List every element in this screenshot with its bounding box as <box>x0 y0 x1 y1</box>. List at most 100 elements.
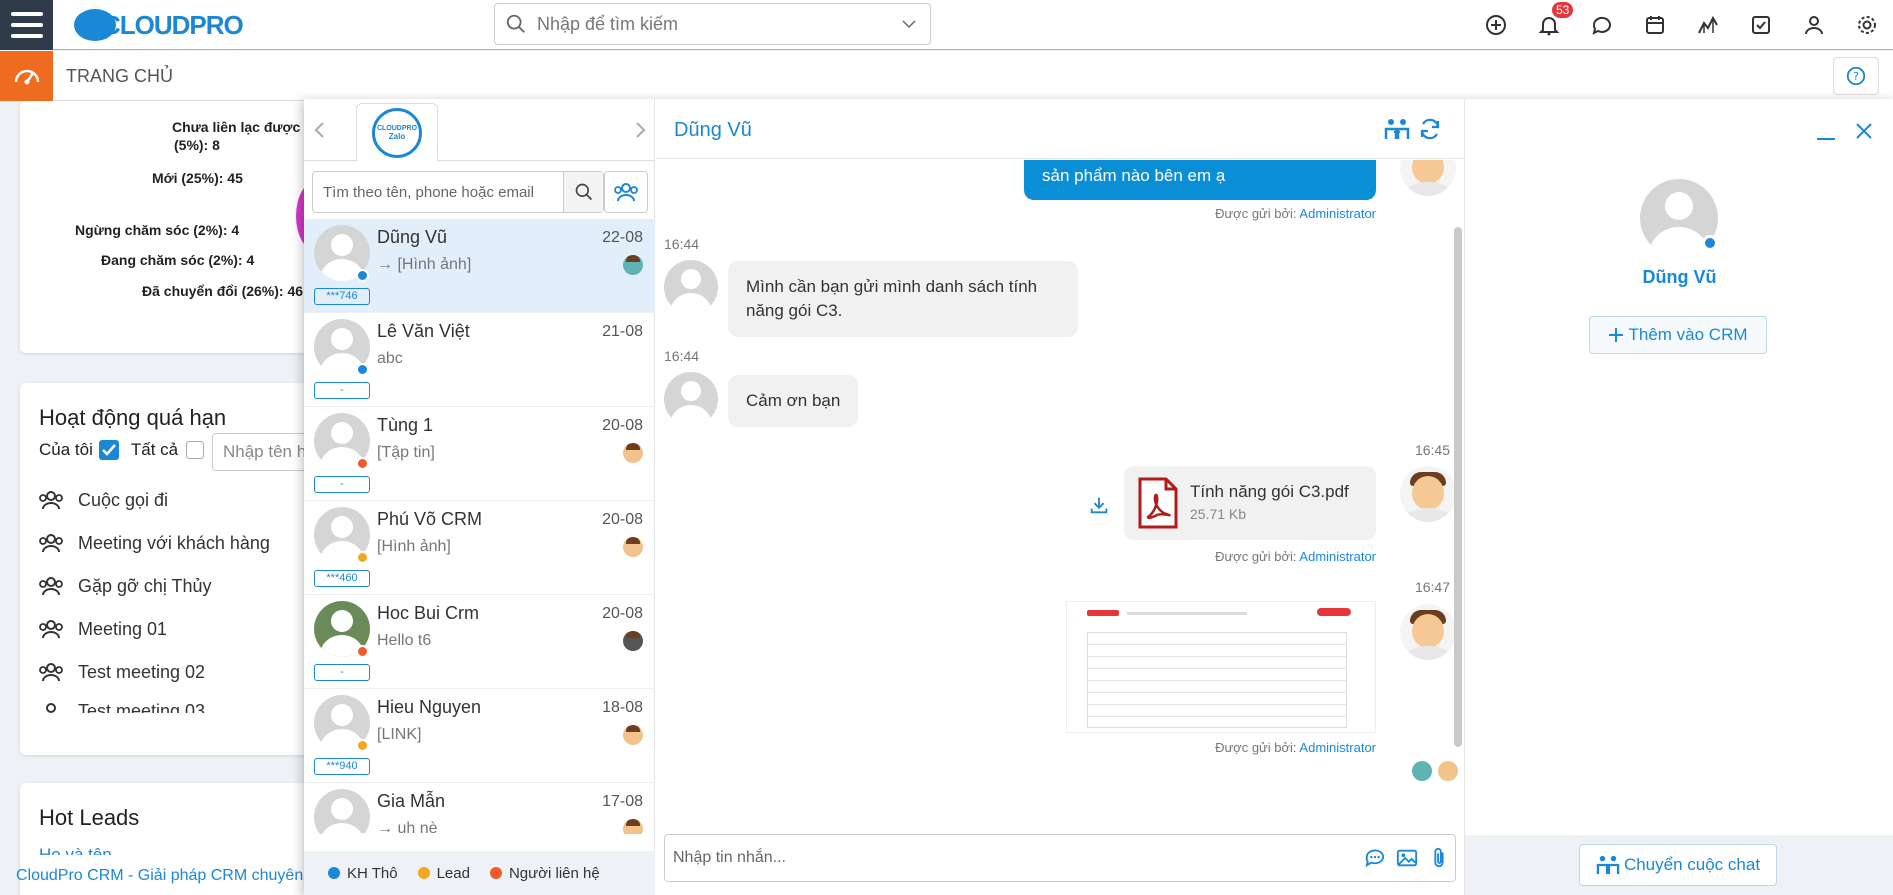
all-checkbox[interactable] <box>186 441 205 459</box>
group-icon <box>39 577 63 596</box>
conversation-item[interactable]: Hoc Bui Crm 20-08 Hello t6 - <box>304 595 655 689</box>
gear-icon[interactable] <box>1840 0 1893 50</box>
hot-leads-column-header[interactable]: Họ và tên <box>39 845 112 855</box>
group-icon <box>46 703 56 713</box>
message-time: 16:45 <box>1414 442 1450 458</box>
chat-icon[interactable] <box>1575 0 1628 50</box>
user-icon[interactable] <box>1787 0 1840 50</box>
sent-by-label: Được gửi bởi: Administrator <box>1215 549 1376 564</box>
activity-item[interactable]: Meeting 01 <box>38 618 167 640</box>
message-time: 16:44 <box>664 236 700 252</box>
quick-reply-icon[interactable] <box>1359 848 1391 868</box>
conversation-search-input[interactable]: Tìm theo tên, phone hoặc email <box>313 184 563 201</box>
transfer-chat-button[interactable]: Chuyển cuộc chat <box>1579 844 1777 886</box>
image-attachment[interactable] <box>1066 601 1376 733</box>
pie-label: Chưa liên lạc được <box>172 119 301 135</box>
sender-name[interactable]: Administrator <box>1299 740 1376 755</box>
agent-avatar <box>623 819 643 834</box>
contact-name: Dũng Vũ <box>1642 267 1717 287</box>
conversation-item[interactable]: Lê Văn Việt 21-08 abc - <box>304 313 655 407</box>
pdf-file-icon <box>1138 477 1178 529</box>
conversation-preview: [Tập tin] <box>377 444 435 461</box>
image-upload-icon[interactable] <box>1391 848 1423 868</box>
activity-item[interactable]: Gặp gỡ chị Thủy <box>38 575 212 597</box>
minimize-icon[interactable] <box>1815 121 1837 143</box>
zalo-sub-text: Zalo <box>388 131 406 141</box>
conversation-item[interactable]: Hieu Nguyen 18-08 [LINK] ***940 <box>304 689 655 783</box>
activity-item[interactable]: Meeting với khách hàng <box>38 532 270 554</box>
search-icon <box>575 183 592 201</box>
mine-checkbox[interactable] <box>98 440 119 460</box>
conversation-list: Dũng Vũ 22-08 → [Hình ảnh] ***746 Lê Văn… <box>304 219 655 834</box>
conversation-preview: [Hình ảnh] <box>377 538 451 555</box>
global-search[interactable]: Nhập để tìm kiếm <box>494 3 931 45</box>
sender-name[interactable]: Administrator <box>1299 549 1376 564</box>
conversation-date: 18-08 <box>602 699 643 716</box>
chevron-left-icon[interactable] <box>312 121 328 139</box>
activity-item[interactable]: Test meeting 03 <box>38 701 205 713</box>
activity-item[interactable]: Test meeting 02 <box>38 661 205 683</box>
paperclip-icon[interactable] <box>1423 847 1455 869</box>
conversation-search[interactable]: Tìm theo tên, phone hoặc email <box>312 171 604 213</box>
conversation-date: 20-08 <box>602 417 643 434</box>
zalo-channel-tab[interactable]: CLOUDPRO Zalo <box>356 103 438 162</box>
conversation-item[interactable]: Dũng Vũ 22-08 → [Hình ảnh] ***746 <box>304 219 655 313</box>
hamburger-menu-button[interactable] <box>0 0 53 50</box>
conversation-name: Tùng 1 <box>377 415 434 435</box>
agent-avatar <box>623 537 643 557</box>
sender-name[interactable]: Administrator <box>1299 206 1376 221</box>
add-icon[interactable] <box>1469 0 1522 50</box>
report-chart-icon[interactable] <box>1681 0 1734 50</box>
search-button[interactable] <box>563 172 603 212</box>
status-dot <box>356 645 369 658</box>
message-composer[interactable]: Nhập tin nhắn... <box>664 834 1456 882</box>
download-icon[interactable] <box>1088 494 1110 516</box>
contact-avatar <box>664 260 718 314</box>
chevron-down-icon[interactable] <box>900 15 918 33</box>
task-check-icon[interactable] <box>1734 0 1787 50</box>
chat-area: Dũng Vũ sản phẩm nào bên em ạ Được gửi b… <box>656 99 1464 895</box>
file-attachment[interactable]: Tính năng gói C3.pdf 25.71 Kb <box>1124 466 1376 540</box>
status-dot <box>356 269 369 282</box>
assign-users-icon[interactable] <box>1384 117 1410 141</box>
mine-label: Của tôi <box>39 440 93 459</box>
dashboard-icon[interactable] <box>0 51 53 101</box>
close-icon[interactable] <box>1854 121 1874 141</box>
group-filter-button[interactable] <box>604 171 648 213</box>
global-search-input[interactable]: Nhập để tìm kiếm <box>537 14 900 35</box>
cloud-logo-icon <box>74 9 116 41</box>
calendar-icon[interactable] <box>1628 0 1681 50</box>
contact-info-panel: Dũng Vũ Thêm vào CRM Chuyển cuộc chat <box>1464 99 1893 895</box>
group-icon <box>39 534 63 553</box>
help-icon[interactable]: ? <box>1833 57 1879 95</box>
conversation-item[interactable]: Gia Mẫn 17-08 → uh nè - <box>304 783 655 834</box>
conversation-preview: [LINK] <box>377 726 422 743</box>
chevron-right-icon[interactable] <box>632 121 648 139</box>
message-scrollbar[interactable] <box>1454 227 1462 747</box>
incoming-message: Mình cần bạn gửi mình danh sách tính năn… <box>728 261 1078 337</box>
logo-text: CLOUDPRO <box>102 9 244 40</box>
activity-item[interactable]: Cuộc gọi đi <box>38 489 168 511</box>
overdue-activities-card: Hoạt động quá hạn Của tôi Tất cả Nhập tê… <box>20 383 322 755</box>
status-dot <box>356 551 369 564</box>
pie-label: Đang chăm sóc (2%): 4 <box>101 252 255 268</box>
group-icon <box>39 663 63 682</box>
conversation-item[interactable]: Phú Võ CRM 20-08 [Hình ảnh] ***460 <box>304 501 655 595</box>
add-to-crm-button[interactable]: Thêm vào CRM <box>1589 316 1767 354</box>
agent-avatar <box>1400 466 1456 522</box>
conversation-name: Lê Văn Việt <box>377 321 470 341</box>
bell-icon[interactable]: 53 <box>1522 0 1575 50</box>
refresh-icon[interactable] <box>1418 117 1442 141</box>
seen-avatar <box>1438 761 1458 781</box>
zalo-brand-text: CLOUDPRO <box>376 124 418 132</box>
app-logo[interactable]: CLOUDPRO <box>74 6 244 44</box>
conversation-name: Dũng Vũ <box>377 227 448 247</box>
plus-icon <box>1609 328 1624 342</box>
legend-item: Lead <box>417 865 470 882</box>
pie-label: Ngừng chăm sóc (2%): 4 <box>75 222 240 238</box>
pie-label: Mới (25%): 45 <box>152 170 243 186</box>
conversation-name: Hoc Bui Crm <box>377 603 480 623</box>
phone-tag: ***940 <box>314 758 370 775</box>
message-input[interactable]: Nhập tin nhắn... <box>665 849 1359 867</box>
conversation-item[interactable]: Tùng 1 20-08 [Tập tin] - <box>304 407 655 501</box>
